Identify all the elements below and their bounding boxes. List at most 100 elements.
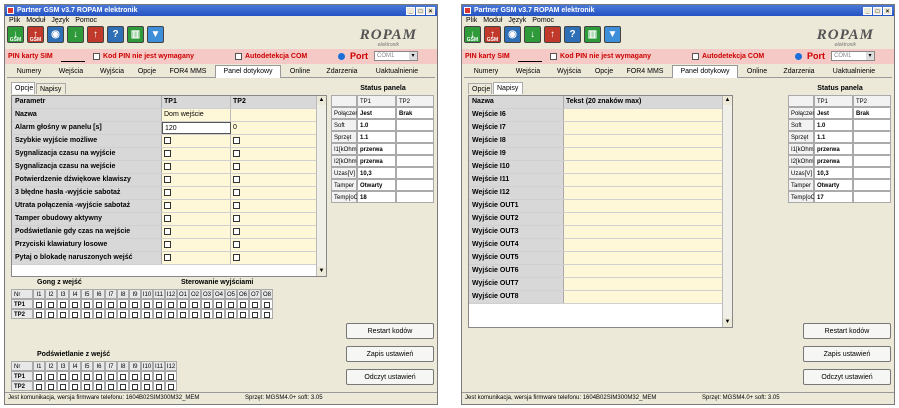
menu-item[interactable]: Plik (466, 17, 477, 24)
matrix-checkbox[interactable] (252, 301, 258, 308)
matrix-checkbox[interactable] (36, 311, 42, 318)
matrix-checkbox[interactable] (192, 311, 198, 318)
matrix-checkbox[interactable] (96, 383, 102, 390)
label-text-input[interactable] (564, 161, 723, 173)
matrix-checkbox[interactable] (96, 301, 102, 308)
subtab-1[interactable]: Napisy (493, 82, 523, 94)
matrix-checkbox[interactable] (48, 301, 54, 308)
grid-cell-tp1[interactable] (162, 239, 231, 251)
toolbar-button[interactable]: ▼ (147, 26, 164, 43)
toolbar-button[interactable]: ◉ (504, 26, 521, 43)
tab-0[interactable]: Numery (9, 66, 49, 77)
tab-7[interactable]: Zdarzenia (319, 66, 365, 77)
toolbar-button[interactable]: ▼ (604, 26, 621, 43)
subtab-0[interactable]: Opcje (11, 82, 35, 94)
label-text-input[interactable] (564, 200, 723, 212)
grid-cell-tp1[interactable] (162, 187, 231, 199)
subtab-1[interactable]: Napisy (36, 83, 66, 94)
matrix-checkbox[interactable] (60, 311, 66, 318)
matrix-checkbox[interactable] (216, 301, 222, 308)
matrix-checkbox[interactable] (156, 373, 162, 380)
matrix-checkbox[interactable] (108, 311, 114, 318)
option-checkbox[interactable] (164, 240, 171, 248)
menu-item[interactable]: Moduł (483, 17, 502, 24)
menu-item[interactable]: Moduł (26, 17, 45, 24)
autodetect-checkbox[interactable] (235, 53, 242, 60)
label-text-input[interactable] (564, 187, 723, 199)
close-button[interactable]: × (426, 7, 435, 15)
save-button[interactable]: Zapis ustawień (803, 346, 891, 362)
toolbar-button[interactable]: ↓ (524, 26, 541, 43)
tab-3[interactable]: Opcje (590, 66, 618, 77)
toolbar-button[interactable]: ↑ (87, 26, 104, 43)
tab-2[interactable]: Wyjścia (93, 66, 131, 77)
label-text-input[interactable] (564, 122, 723, 134)
scroll-down-arrow-icon[interactable]: ▼ (317, 267, 326, 276)
option-checkbox[interactable] (233, 175, 240, 183)
grid-cell-tp1[interactable] (162, 148, 231, 160)
tab-8[interactable]: Uaktualnienie (367, 66, 427, 77)
option-checkbox[interactable] (233, 214, 240, 222)
option-checkbox[interactable] (164, 201, 171, 209)
minimize-button[interactable]: _ (863, 7, 872, 15)
grid-cell-tp1[interactable] (162, 226, 231, 238)
option-checkbox[interactable] (164, 214, 171, 222)
matrix-checkbox[interactable] (156, 383, 162, 390)
toolbar-button[interactable]: ◉ (47, 26, 64, 43)
option-checkbox[interactable] (164, 149, 171, 157)
matrix-checkbox[interactable] (120, 383, 126, 390)
option-checkbox[interactable] (233, 253, 240, 261)
vertical-scrollbar[interactable]: ▲ ▼ (316, 96, 326, 276)
tab-8[interactable]: Uaktualnienie (824, 66, 884, 77)
label-text-input[interactable] (564, 109, 723, 121)
tab-1[interactable]: Wejścia (51, 66, 91, 77)
matrix-checkbox[interactable] (120, 301, 126, 308)
matrix-checkbox[interactable] (132, 301, 138, 308)
matrix-checkbox[interactable] (132, 311, 138, 318)
matrix-checkbox[interactable] (144, 311, 150, 318)
matrix-checkbox[interactable] (168, 383, 174, 390)
kod-pin-checkbox[interactable] (550, 53, 557, 60)
tab-1[interactable]: Wejścia (508, 66, 548, 77)
option-checkbox[interactable] (164, 136, 171, 144)
vertical-scrollbar[interactable]: ▲ ▼ (722, 96, 732, 327)
tab-0[interactable]: Numery (466, 66, 506, 77)
matrix-checkbox[interactable] (60, 383, 66, 390)
matrix-checkbox[interactable] (228, 301, 234, 308)
matrix-checkbox[interactable] (84, 373, 90, 380)
grid-cell-tp2[interactable] (231, 187, 318, 199)
matrix-checkbox[interactable] (168, 301, 174, 308)
maximize-button[interactable]: □ (416, 7, 425, 15)
menu-item[interactable]: Język (51, 17, 69, 24)
grid-cell-tp2[interactable] (231, 239, 318, 251)
matrix-checkbox[interactable] (132, 373, 138, 380)
matrix-checkbox[interactable] (108, 301, 114, 308)
matrix-checkbox[interactable] (72, 373, 78, 380)
matrix-checkbox[interactable] (48, 373, 54, 380)
port-select[interactable]: COM1 ▾ (374, 51, 418, 61)
label-text-input[interactable] (564, 213, 723, 225)
restart-button[interactable]: Restart kodów (346, 323, 434, 339)
tab-4[interactable]: FOR4 MMS (620, 66, 670, 77)
matrix-checkbox[interactable] (264, 311, 270, 318)
option-checkbox[interactable] (164, 227, 171, 235)
label-text-input[interactable] (564, 239, 723, 251)
grid-cell-tp1[interactable] (162, 200, 231, 212)
label-text-input[interactable] (564, 174, 723, 186)
matrix-checkbox[interactable] (240, 301, 246, 308)
matrix-checkbox[interactable] (120, 311, 126, 318)
grid-cell-tp2[interactable] (231, 161, 318, 173)
toolbar-button[interactable]: ↓ GSM (464, 26, 481, 43)
matrix-checkbox[interactable] (240, 311, 246, 318)
matrix-checkbox[interactable] (72, 311, 78, 318)
option-checkbox[interactable] (164, 162, 171, 170)
matrix-checkbox[interactable] (180, 311, 186, 318)
grid-cell-tp2[interactable] (231, 135, 318, 147)
matrix-checkbox[interactable] (252, 311, 258, 318)
read-button[interactable]: Odczyt ustawień (803, 369, 891, 385)
toolbar-button[interactable]: ? (107, 26, 124, 43)
minimize-button[interactable]: _ (406, 7, 415, 15)
matrix-checkbox[interactable] (216, 311, 222, 318)
autodetect-checkbox[interactable] (692, 53, 699, 60)
toolbar-button[interactable]: ↑ GSM (484, 26, 501, 43)
